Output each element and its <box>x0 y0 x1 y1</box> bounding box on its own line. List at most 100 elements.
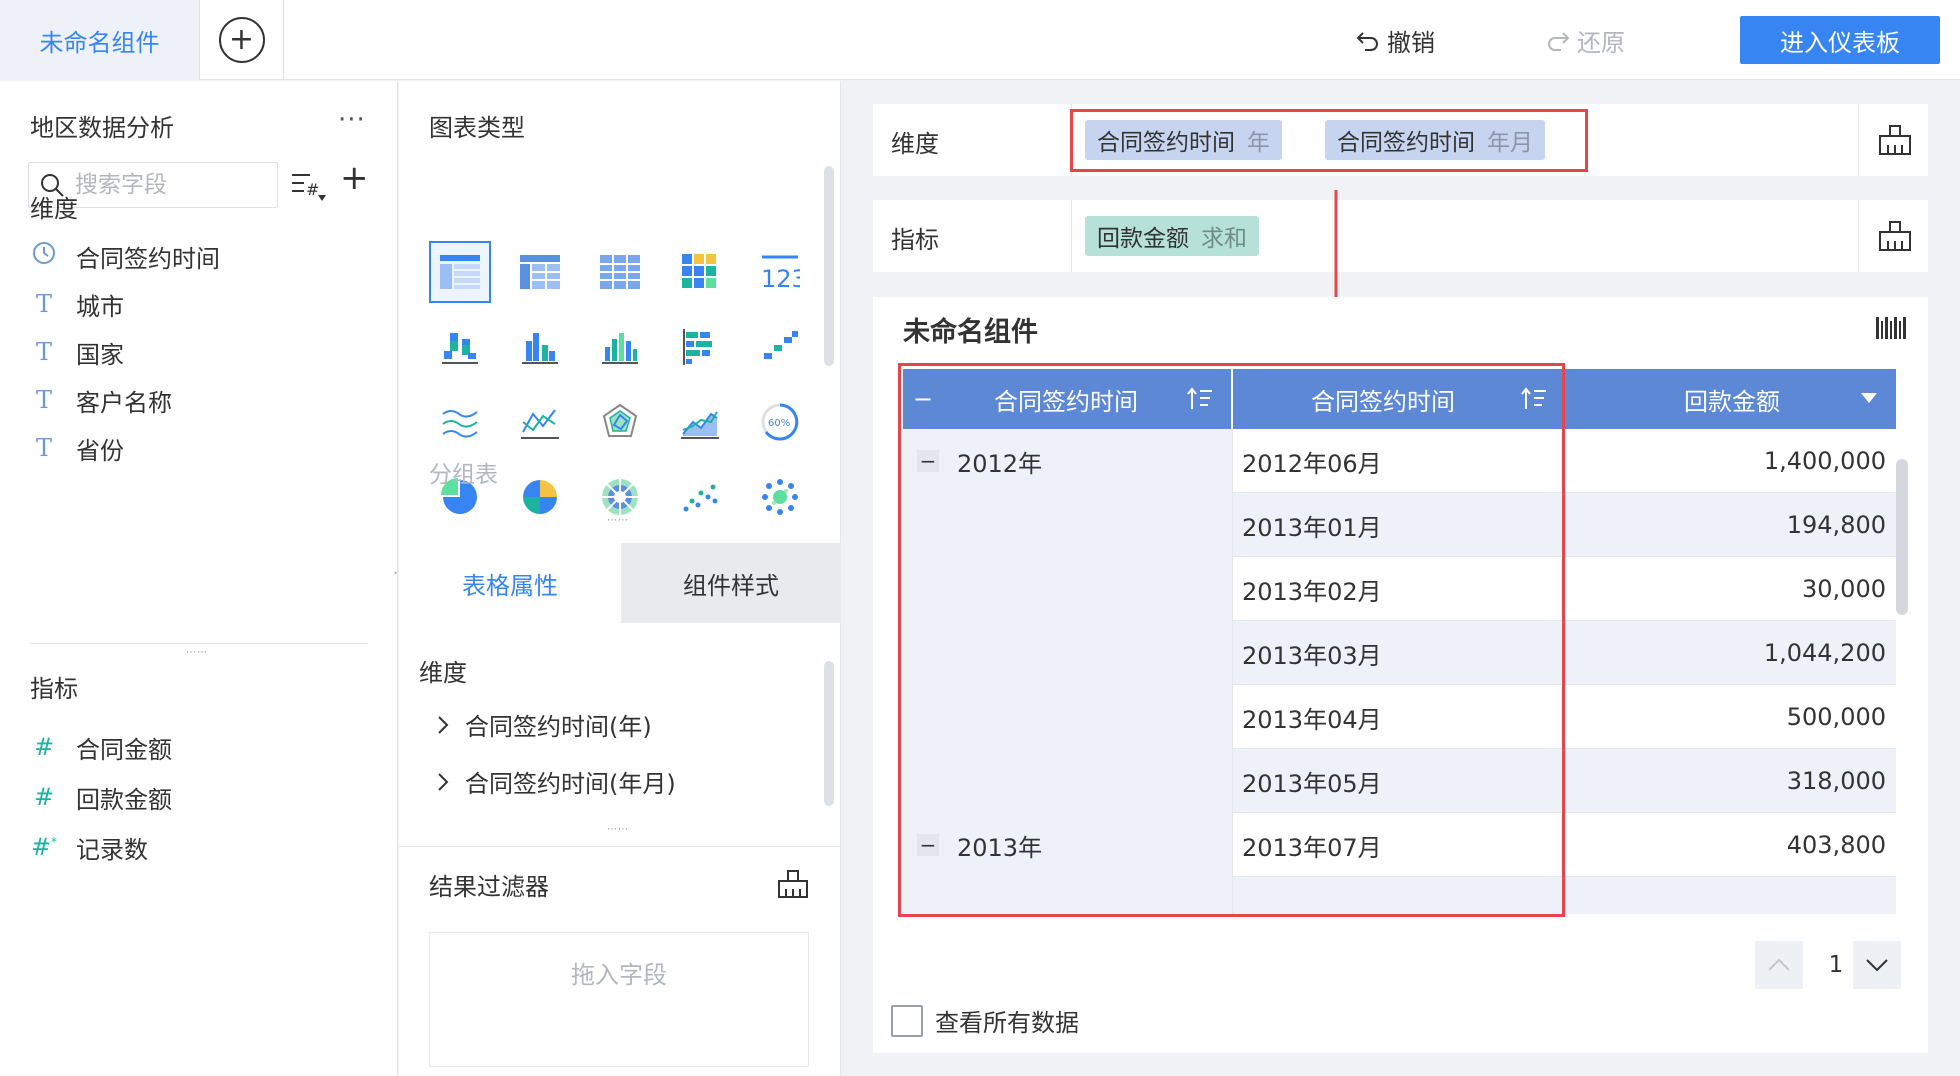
grouped-table-icon <box>440 255 480 289</box>
props-item-label: 合同签约时间(年) <box>465 713 652 741</box>
radar-type[interactable] <box>589 391 651 453</box>
chart-type-scrollbar[interactable] <box>824 166 834 366</box>
area-type[interactable] <box>669 391 731 453</box>
measure-pill-payment[interactable]: 回款金额 求和 <box>1085 216 1259 256</box>
barcode-icon[interactable] <box>1876 315 1906 341</box>
multi-bar-icon <box>602 333 638 364</box>
measure-section-label: 指标 <box>30 675 78 703</box>
column-header-payment[interactable]: 回款金额 <box>1567 369 1896 429</box>
chart-type-title: 图表类型 <box>429 114 525 142</box>
props-dimension-label: 维度 <box>419 659 467 687</box>
plus-circle-icon: + <box>218 17 265 63</box>
search-input[interactable] <box>75 172 255 198</box>
dimension-shelf-label: 维度 <box>891 130 939 158</box>
svg-text:#: # <box>306 180 319 199</box>
line-markers-type[interactable] <box>509 391 571 453</box>
shelf-settings-icon[interactable] <box>1878 124 1912 156</box>
bubble-icon <box>762 479 798 515</box>
see-all-checkbox[interactable] <box>891 1004 923 1037</box>
highlight-box-table <box>898 363 1565 917</box>
filter-drop-zone[interactable]: 拖入字段 <box>429 932 809 1067</box>
more-options-icon[interactable]: ··· <box>338 105 366 135</box>
drop-hint: 拖入字段 <box>571 961 667 989</box>
see-all-data-toggle[interactable]: 查看所有数据 <box>891 1003 1079 1038</box>
field-item-label: 国家 <box>76 340 124 369</box>
props-item-year[interactable]: 合同签约时间(年) <box>435 707 652 742</box>
radar-icon <box>602 403 638 437</box>
multi-pie-type[interactable] <box>509 466 571 528</box>
field-item-country[interactable]: T 国家 <box>30 332 124 372</box>
tab-table-properties[interactable]: 表格属性 <box>399 543 621 623</box>
shelf-divider <box>1071 200 1072 272</box>
tab-widget-style[interactable]: 组件样式 <box>621 543 841 623</box>
props-item-year-month[interactable]: 合同签约时间(年月) <box>435 764 676 799</box>
cell-amount: 194,800 <box>1786 511 1886 539</box>
enter-dashboard-button[interactable]: 进入仪表板 <box>1740 16 1940 64</box>
field-item-customer[interactable]: T 客户名称 <box>30 380 172 420</box>
field-sort-icon[interactable]: # <box>290 169 330 205</box>
props-scrollbar[interactable] <box>824 661 834 806</box>
waterfall-type[interactable] <box>749 316 811 378</box>
scatter-type[interactable] <box>669 466 731 528</box>
detail-table-type[interactable] <box>589 241 651 303</box>
count-type-icon: #* <box>30 833 58 861</box>
page-prev-button[interactable] <box>1755 941 1803 989</box>
horizontal-bar-icon <box>683 329 712 365</box>
undo-label: 撤销 <box>1387 28 1435 57</box>
table-scrollbar[interactable] <box>1896 459 1908 615</box>
grouped-bar-type[interactable] <box>509 316 571 378</box>
field-item-label: 合同金额 <box>76 735 172 764</box>
detail-table-icon <box>600 255 640 289</box>
field-item-label: 省份 <box>76 436 124 465</box>
tab-unnamed-widget[interactable]: 未命名组件 <box>0 0 200 80</box>
field-item-province[interactable]: T 省份 <box>30 428 124 468</box>
field-item-contract-time[interactable]: 合同签约时间 <box>30 236 220 276</box>
bubble-type[interactable] <box>749 466 811 528</box>
undo-icon <box>1356 32 1378 51</box>
line-type[interactable] <box>429 391 491 453</box>
grouped-table-type[interactable] <box>429 241 491 303</box>
resize-grip[interactable]: ⋯⋯ <box>607 515 629 526</box>
shelf-settings-icon[interactable] <box>1878 220 1912 252</box>
stacked-bar-type[interactable] <box>429 316 491 378</box>
column-header-label: 回款金额 <box>1684 387 1780 416</box>
add-tab-button[interactable]: + <box>200 0 284 80</box>
filter-settings-icon[interactable] <box>777 869 809 899</box>
text-type-icon: T <box>35 434 52 462</box>
gauge-type[interactable]: 60% <box>749 391 811 453</box>
chevron-right-icon <box>438 772 449 791</box>
enter-dashboard-label: 进入仪表板 <box>1780 28 1900 57</box>
resize-grip[interactable]: ⋯⋯ <box>186 647 208 658</box>
horizontal-bar-type[interactable] <box>669 316 731 378</box>
widget-title: 未命名组件 <box>903 317 1038 348</box>
line-chart-icon <box>442 410 478 438</box>
undo-button[interactable]: 撤销 <box>1355 22 1435 58</box>
field-item-label: 城市 <box>76 292 124 321</box>
stacked-bar-icon <box>442 333 478 364</box>
scatter-icon <box>683 484 718 512</box>
multi-bar-type[interactable] <box>589 316 651 378</box>
cross-table-icon <box>520 255 560 289</box>
kpi-number-icon: 123 <box>761 255 800 290</box>
add-field-icon[interactable]: + <box>340 161 369 195</box>
text-type-icon: T <box>35 386 52 414</box>
field-item-contract-amount[interactable]: # 合同金额 <box>30 727 172 767</box>
chevron-right-icon <box>438 715 449 734</box>
redo-button[interactable]: 还原 <box>1545 22 1625 58</box>
page-next-button[interactable] <box>1853 941 1901 989</box>
color-table-type[interactable] <box>669 241 731 303</box>
cross-table-type[interactable] <box>509 241 571 303</box>
result-filter-area: 结果过滤器 拖入字段 <box>399 846 841 1076</box>
field-item-city[interactable]: T 城市 <box>30 284 124 324</box>
measure-shelf-label: 指标 <box>891 226 939 254</box>
waterfall-icon <box>764 331 798 359</box>
chart-type-panel: 图表类型 123 60% 分组表 ⋯⋯ 表格属性 组件样式 维度 合同签约时间(… <box>399 81 841 1076</box>
resize-grip[interactable]: ⋯⋯ <box>607 824 629 835</box>
tab-label: 组件样式 <box>683 571 779 600</box>
dropdown-caret-icon[interactable] <box>1859 391 1879 405</box>
text-type-icon: T <box>35 290 52 318</box>
field-item-payment-amount[interactable]: # 回款金额 <box>30 777 172 817</box>
kpi-number-type[interactable]: 123 <box>749 241 811 303</box>
field-item-record-count[interactable]: #* 记录数 <box>30 827 148 867</box>
redo-label: 还原 <box>1577 28 1625 57</box>
